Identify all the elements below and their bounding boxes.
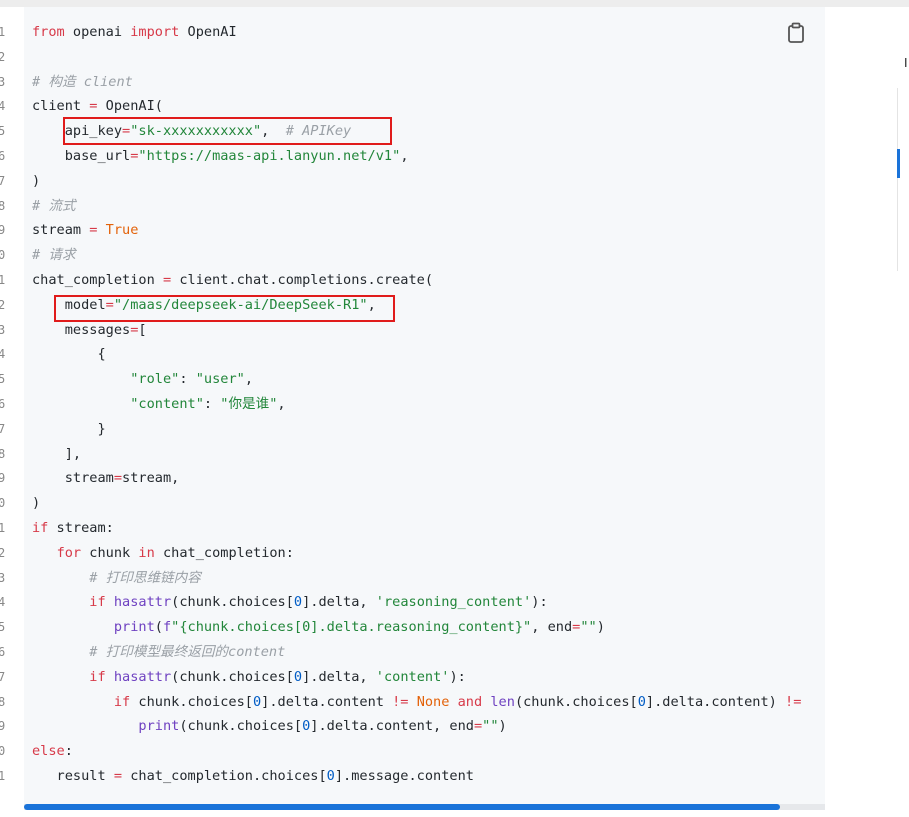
code-line: # 打印模型最终返回的content: [89, 644, 286, 660]
code-line: client = OpenAI(: [32, 98, 163, 114]
line-number: 5: [0, 620, 6, 634]
code-line: }: [32, 421, 106, 437]
line-number: 7: [0, 174, 6, 188]
line-number: 9: [0, 719, 6, 733]
line-number: 5: [0, 124, 6, 138]
line-number: 1: [0, 769, 6, 783]
code-line: ): [32, 495, 41, 511]
line-number: 4: [0, 347, 6, 361]
line-number: 4: [0, 595, 6, 609]
line-number: 4: [0, 99, 6, 113]
copy-button[interactable]: [786, 22, 806, 44]
scrollbar-thumb[interactable]: [24, 804, 780, 810]
code-line: stream=stream,: [32, 470, 180, 486]
line-number: 8: [0, 695, 6, 709]
line-number: 8: [0, 199, 6, 213]
code-line: # 流式: [32, 198, 76, 214]
line-number: 0: [0, 248, 6, 262]
code-line: base_url="https://maas-api.lanyun.net/v1…: [32, 148, 409, 164]
line-number: 1: [0, 25, 6, 39]
code-line: for chunk in chat_completion:: [56, 545, 294, 561]
line-number: 1: [0, 273, 6, 287]
line-number: 7: [0, 422, 6, 436]
line-number: 0: [0, 744, 6, 758]
code-line: if stream:: [32, 520, 114, 536]
code-line: else:: [32, 743, 73, 759]
line-number: 3: [0, 571, 6, 585]
code-line: ): [32, 173, 41, 189]
line-number: 2: [0, 50, 6, 64]
sidebar-glyph: I: [904, 56, 908, 70]
code-line: from openai import OpenAI: [32, 24, 237, 40]
sidebar-active-indicator: [897, 149, 900, 178]
line-number: 7: [0, 670, 6, 684]
top-border: [0, 0, 909, 7]
code-line: "content": "你是谁",: [130, 396, 286, 412]
line-number: 9: [0, 471, 6, 485]
line-number: 6: [0, 149, 6, 163]
horizontal-scrollbar[interactable]: [24, 804, 825, 810]
code-line: "role": "user",: [130, 371, 253, 387]
line-number: 1: [0, 521, 6, 535]
line-number: 8: [0, 447, 6, 461]
api-key-highlight-box: [63, 117, 392, 145]
code-line: print(chunk.choices[0].delta.content, en…: [138, 718, 507, 734]
line-number: 2: [0, 298, 6, 312]
code-line: # 请求: [32, 247, 76, 263]
line-number: 9: [0, 223, 6, 237]
code-line: result = chat_completion.choices[0].mess…: [32, 768, 474, 784]
code-line: chat_completion = client.chat.completion…: [32, 272, 434, 288]
line-number: 3: [0, 323, 6, 337]
code-line: # 构造 client: [32, 74, 133, 90]
code-line: print(f"{chunk.choices[0].delta.reasonin…: [113, 619, 605, 635]
code-line: if hasattr(chunk.choices[0].delta, 'cont…: [89, 669, 466, 685]
code-line: if hasattr(chunk.choices[0].delta, 'reas…: [89, 594, 548, 610]
code-line: {: [32, 346, 106, 362]
code-line: # 打印思维链内容: [89, 570, 201, 586]
model-highlight-box: [54, 295, 395, 322]
clipboard-icon: [788, 22, 804, 43]
line-number: 5: [0, 372, 6, 386]
line-number: 3: [0, 75, 6, 89]
code-line: stream = True: [32, 222, 139, 238]
right-sidebar-panel: [897, 88, 909, 271]
code-line: ],: [32, 446, 82, 462]
code-line: if chunk.choices[0].delta.content != Non…: [113, 694, 802, 710]
line-number: 0: [0, 496, 6, 510]
line-number: 6: [0, 397, 6, 411]
line-number: 2: [0, 546, 6, 560]
line-number: 6: [0, 645, 6, 659]
